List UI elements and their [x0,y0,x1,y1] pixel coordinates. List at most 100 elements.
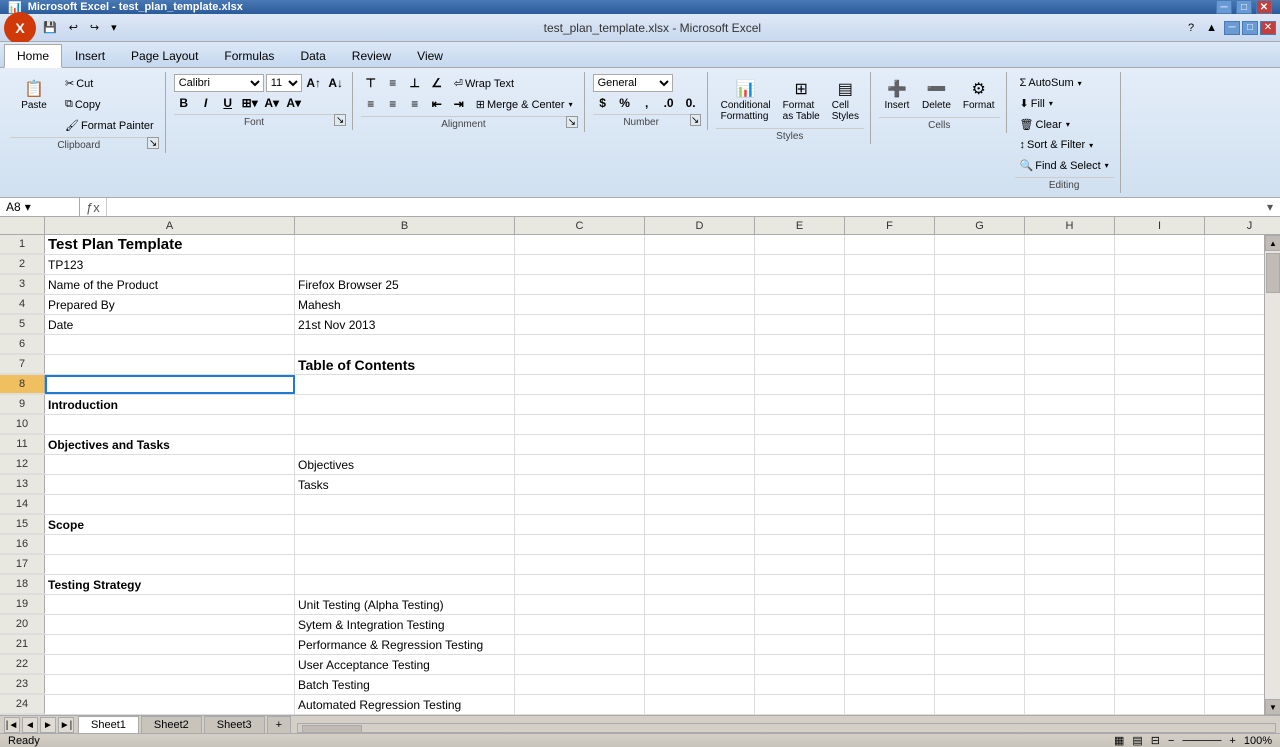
row-header-13[interactable]: 13 [0,475,45,494]
cell-h12[interactable] [1025,455,1115,474]
cell-h11[interactable] [1025,435,1115,454]
cell-f1[interactable] [845,235,935,254]
cell-i13[interactable] [1115,475,1205,494]
cell-d1[interactable] [645,235,755,254]
alignment-expand[interactable]: ↘ [566,116,577,128]
increase-font-button[interactable]: A↑ [304,74,324,92]
cell-g15[interactable] [935,515,1025,534]
cell-a20[interactable] [45,615,295,634]
cell-f21[interactable] [845,635,935,654]
cell-h13[interactable] [1025,475,1115,494]
increase-indent-button[interactable]: ⇥ [449,95,469,113]
cell-j23[interactable] [1205,675,1264,694]
cell-d20[interactable] [645,615,755,634]
cell-a11[interactable]: Objectives and Tasks [45,435,295,454]
cell-g23[interactable] [935,675,1025,694]
cell-c16[interactable] [515,535,645,554]
align-top-button[interactable]: ⊤ [361,74,381,92]
cell-c7[interactable] [515,355,645,374]
number-format-select[interactable]: General [593,74,673,92]
autosum-button[interactable]: Σ AutoSum ▾ [1015,74,1114,92]
select-all-button[interactable] [0,217,45,234]
row-header-15[interactable]: 15 [0,515,45,534]
cell-e10[interactable] [755,415,845,434]
cell-f14[interactable] [845,495,935,514]
cell-reference-box[interactable]: A8 ▾ [0,198,80,216]
cell-a22[interactable] [45,655,295,674]
cell-c10[interactable] [515,415,645,434]
cell-b17[interactable] [295,555,515,574]
cell-h8[interactable] [1025,375,1115,394]
format-as-table-button[interactable]: ⊞ Formatas Table [778,74,825,126]
cell-g3[interactable] [935,275,1025,294]
row-header-18[interactable]: 18 [0,575,45,594]
row-header-16[interactable]: 16 [0,535,45,554]
cell-g24[interactable] [935,695,1025,714]
cell-h21[interactable] [1025,635,1115,654]
cell-a2[interactable]: TP123 [45,255,295,274]
cell-h15[interactable] [1025,515,1115,534]
cell-d3[interactable] [645,275,755,294]
sheet-last-button[interactable]: ►| [58,717,74,733]
cell-d6[interactable] [645,335,755,354]
cell-f8[interactable] [845,375,935,394]
cell-j15[interactable] [1205,515,1264,534]
number-expand[interactable]: ↘ [690,114,701,126]
cell-j21[interactable] [1205,635,1264,654]
align-center-button[interactable]: ≡ [383,95,403,113]
cell-h10[interactable] [1025,415,1115,434]
row-header-4[interactable]: 4 [0,295,45,314]
cell-d7[interactable] [645,355,755,374]
cell-b14[interactable] [295,495,515,514]
tab-data[interactable]: Data [287,44,338,67]
cell-h17[interactable] [1025,555,1115,574]
minimize-button[interactable]: ─ [1216,0,1232,14]
cell-a19[interactable] [45,595,295,614]
row-header-17[interactable]: 17 [0,555,45,574]
align-bottom-button[interactable]: ⊥ [405,74,425,92]
cell-g1[interactable] [935,235,1025,254]
cell-f24[interactable] [845,695,935,714]
cell-f13[interactable] [845,475,935,494]
cell-g12[interactable] [935,455,1025,474]
cell-h2[interactable] [1025,255,1115,274]
cell-h14[interactable] [1025,495,1115,514]
cell-b4[interactable]: Mahesh [295,295,515,314]
cell-j7[interactable] [1205,355,1264,374]
cell-h5[interactable] [1025,315,1115,334]
cell-a4[interactable]: Prepared By [45,295,295,314]
cell-j6[interactable] [1205,335,1264,354]
cell-h24[interactable] [1025,695,1115,714]
clear-button[interactable]: 🗑 Clear ▾ [1015,115,1114,134]
cell-f17[interactable] [845,555,935,574]
cell-styles-button[interactable]: ▤ CellStyles [827,74,864,126]
cell-f20[interactable] [845,615,935,634]
cell-g7[interactable] [935,355,1025,374]
cell-e19[interactable] [755,595,845,614]
cell-b18[interactable] [295,575,515,594]
decrease-font-button[interactable]: A↓ [326,74,346,92]
row-header-11[interactable]: 11 [0,435,45,454]
fill-button[interactable]: ⬇ Fill ▾ [1015,94,1114,113]
cell-b11[interactable] [295,435,515,454]
row-header-7[interactable]: 7 [0,355,45,374]
fill-color-button[interactable]: A▾ [262,94,282,112]
cell-d22[interactable] [645,655,755,674]
cell-a6[interactable] [45,335,295,354]
cell-e21[interactable] [755,635,845,654]
cell-f3[interactable] [845,275,935,294]
close-button[interactable]: ✕ [1256,0,1272,14]
cell-a7[interactable] [45,355,295,374]
cell-j12[interactable] [1205,455,1264,474]
cell-c8[interactable] [515,375,645,394]
merge-center-button[interactable]: ⊞ Merge & Center ▾ [471,95,578,114]
cell-g20[interactable] [935,615,1025,634]
cell-j22[interactable] [1205,655,1264,674]
cell-e20[interactable] [755,615,845,634]
cell-i6[interactable] [1115,335,1205,354]
format-button[interactable]: ⚙ Format [958,74,1000,115]
cell-f22[interactable] [845,655,935,674]
cell-e9[interactable] [755,395,845,414]
cell-g22[interactable] [935,655,1025,674]
cell-i18[interactable] [1115,575,1205,594]
